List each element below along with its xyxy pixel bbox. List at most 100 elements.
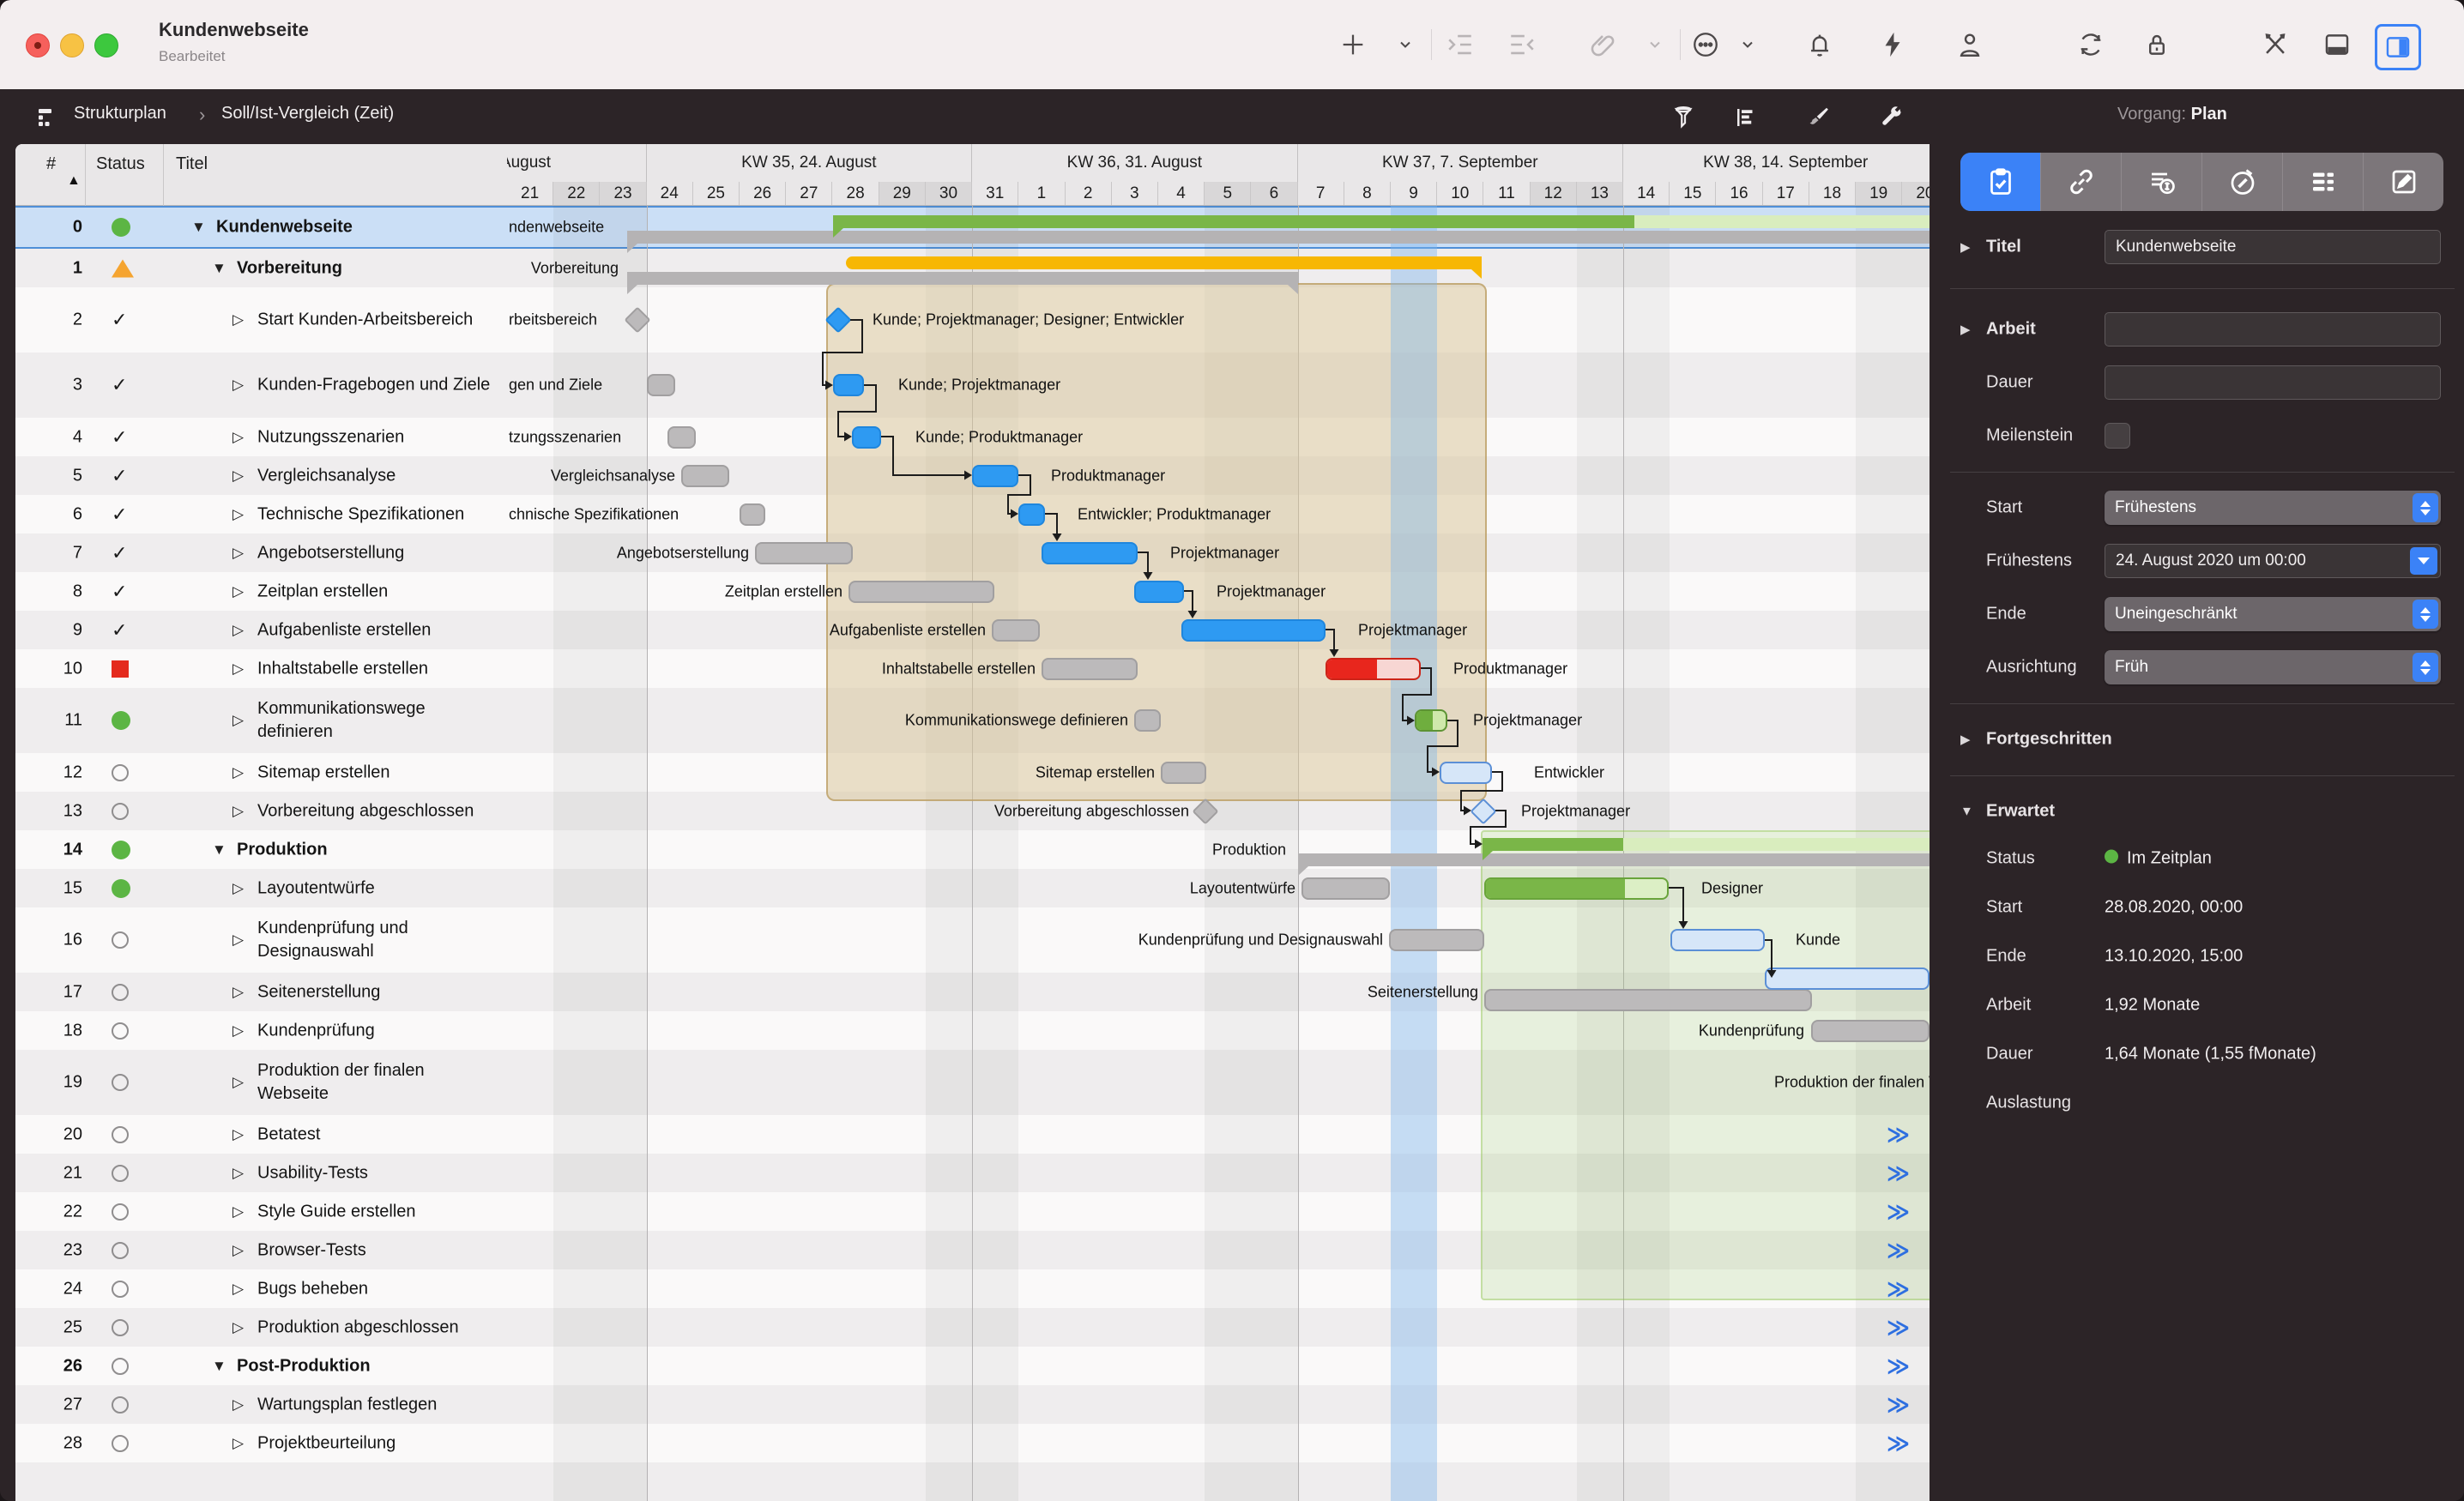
task-bar-actual[interactable] bbox=[972, 465, 1018, 487]
disclosure-expanded[interactable]: ▼ bbox=[212, 1358, 226, 1375]
tab-plan-icon[interactable] bbox=[1960, 153, 2041, 211]
summary-bar-planned[interactable] bbox=[627, 231, 1930, 244]
table-row[interactable]: 2✓▷Start Kunden-Arbeitsbereich bbox=[15, 287, 507, 353]
summary-bar-actual[interactable] bbox=[833, 215, 1930, 228]
disclosure-leaf[interactable]: ▷ bbox=[233, 467, 244, 485]
table-row[interactable]: 25▷Produktion abgeschlossen bbox=[15, 1308, 507, 1347]
disclosure-leaf[interactable]: ▷ bbox=[233, 622, 244, 639]
user-icon[interactable] bbox=[1948, 22, 1992, 67]
disclosure-leaf[interactable]: ▷ bbox=[233, 429, 244, 446]
disclosure-leaf[interactable]: ▷ bbox=[233, 764, 244, 781]
table-row[interactable]: 0▼Kundenwebseite bbox=[15, 206, 507, 249]
table-row[interactable]: 26▼Post-Produktion bbox=[15, 1347, 507, 1385]
disclosure-expanded[interactable]: ▼ bbox=[212, 841, 226, 859]
task-bar-planned[interactable] bbox=[1484, 989, 1812, 1011]
column-header-num[interactable]: # ▲ bbox=[15, 144, 86, 206]
task-bar-actual[interactable] bbox=[1042, 542, 1138, 564]
disclosure-leaf[interactable]: ▷ bbox=[233, 1281, 244, 1298]
table-row[interactable]: 1▼Vorbereitung bbox=[15, 249, 507, 287]
start-dropdown[interactable]: Frühestens bbox=[2105, 491, 2441, 525]
column-header-status[interactable]: Status bbox=[86, 144, 164, 206]
task-bar-planned[interactable] bbox=[667, 426, 696, 449]
disclosure-leaf[interactable]: ▷ bbox=[233, 1126, 244, 1143]
task-bar-planned[interactable] bbox=[1389, 929, 1484, 951]
add-chevron-icon[interactable] bbox=[1383, 22, 1428, 67]
close-button[interactable] bbox=[26, 33, 50, 57]
task-bar-planned[interactable] bbox=[1811, 1020, 1930, 1042]
table-row[interactable]: 6✓▷Technische Spezifikationen bbox=[15, 495, 507, 533]
tab-columns-icon[interactable] bbox=[2283, 153, 2364, 211]
table-row[interactable]: 11▷Kommunikationswege definieren bbox=[15, 688, 507, 753]
disclosure-leaf[interactable]: ▷ bbox=[233, 1319, 244, 1336]
titel-disclosure[interactable]: ▶ bbox=[1960, 239, 1971, 255]
zoom-button[interactable] bbox=[94, 33, 118, 57]
bar-list-icon[interactable] bbox=[1730, 101, 1762, 134]
table-row[interactable]: 20▷Betatest bbox=[15, 1115, 507, 1154]
table-row[interactable]: 17▷Seitenerstellung bbox=[15, 973, 507, 1011]
table-row[interactable]: 14▼Produktion bbox=[15, 830, 507, 869]
task-bar-planned[interactable] bbox=[740, 503, 765, 526]
paintbrush-icon[interactable] bbox=[1802, 101, 1834, 134]
table-row[interactable]: 15▷Layoutentwürfe bbox=[15, 869, 507, 907]
outdent-left-icon[interactable] bbox=[1500, 22, 1544, 67]
attachment-icon[interactable] bbox=[1580, 22, 1625, 67]
breadcrumb-current[interactable]: Soll/Ist-Vergleich (Zeit) bbox=[221, 104, 394, 124]
summary-bar-planned[interactable] bbox=[627, 272, 1298, 285]
disclosure-leaf[interactable]: ▷ bbox=[233, 1396, 244, 1414]
disclosure-leaf[interactable]: ▷ bbox=[233, 311, 244, 329]
task-bar-planned[interactable] bbox=[1042, 658, 1138, 680]
table-row[interactable]: 13▷Vorbereitung abgeschlossen bbox=[15, 792, 507, 830]
task-bar-actual[interactable] bbox=[1440, 762, 1492, 784]
tools-icon[interactable] bbox=[2253, 22, 2298, 67]
panel-right-icon[interactable] bbox=[2375, 24, 2421, 70]
task-bar-planned[interactable] bbox=[755, 542, 853, 564]
disclosure-expanded[interactable]: ▼ bbox=[191, 219, 206, 236]
tab-finance-icon[interactable] bbox=[2122, 153, 2202, 211]
table-row[interactable]: 23▷Browser-Tests bbox=[15, 1231, 507, 1269]
erwartet-disclosure[interactable]: ▼ bbox=[1960, 805, 1973, 819]
summary-bar-actual[interactable] bbox=[1483, 838, 1930, 851]
minimize-button[interactable] bbox=[60, 33, 84, 57]
task-bar-actual[interactable] bbox=[1181, 619, 1326, 642]
disclosure-leaf[interactable]: ▷ bbox=[233, 583, 244, 600]
table-row[interactable]: 22▷Style Guide erstellen bbox=[15, 1192, 507, 1231]
tab-links-icon[interactable] bbox=[2041, 153, 2122, 211]
table-row[interactable]: 10▷Inhaltstabelle erstellen bbox=[15, 649, 507, 688]
task-bar-actual[interactable] bbox=[833, 374, 864, 396]
table-row[interactable]: 28▷Projektbeurteilung bbox=[15, 1424, 507, 1462]
disclosure-leaf[interactable]: ▷ bbox=[233, 1165, 244, 1182]
lock-icon[interactable] bbox=[2135, 22, 2179, 67]
task-bar-actual[interactable] bbox=[852, 426, 881, 449]
disclosure-leaf[interactable]: ▷ bbox=[233, 803, 244, 820]
more-ellipsis-icon[interactable] bbox=[1683, 22, 1728, 67]
task-bar-planned[interactable] bbox=[681, 465, 729, 487]
ausrichtung-dropdown[interactable]: Früh bbox=[2105, 650, 2441, 684]
disclosure-leaf[interactable]: ▷ bbox=[233, 1074, 244, 1091]
task-bar-actual[interactable] bbox=[1484, 877, 1669, 900]
task-bar-planned[interactable] bbox=[992, 619, 1040, 642]
table-row[interactable]: 12▷Sitemap erstellen bbox=[15, 753, 507, 792]
task-bar-planned[interactable] bbox=[647, 374, 675, 396]
bolt-icon[interactable] bbox=[1870, 22, 1915, 67]
arbeit-disclosure[interactable]: ▶ bbox=[1960, 322, 1971, 337]
table-row[interactable]: 8✓▷Zeitplan erstellen bbox=[15, 572, 507, 611]
add-icon[interactable] bbox=[1331, 22, 1375, 67]
disclosure-leaf[interactable]: ▷ bbox=[233, 1242, 244, 1259]
disclosure-leaf[interactable]: ▷ bbox=[233, 931, 244, 949]
task-bar-actual[interactable] bbox=[1018, 503, 1045, 526]
task-bar-actual[interactable] bbox=[1765, 968, 1930, 990]
disclosure-leaf[interactable]: ▷ bbox=[233, 1203, 244, 1221]
table-row[interactable]: 16▷Kundenprüfung und Designauswahl bbox=[15, 907, 507, 973]
disclosure-leaf[interactable]: ▷ bbox=[233, 660, 244, 678]
task-bar-planned[interactable] bbox=[1134, 709, 1161, 732]
sync-icon[interactable] bbox=[2068, 22, 2113, 67]
bell-icon[interactable] bbox=[1797, 22, 1842, 67]
table-row[interactable]: 19▷Produktion der finalen Webseite bbox=[15, 1050, 507, 1115]
task-bar-actual[interactable] bbox=[1326, 658, 1421, 680]
filter-funnel-icon[interactable] bbox=[1669, 101, 1701, 134]
dauer-input[interactable] bbox=[2105, 365, 2441, 400]
table-row[interactable]: 5✓▷Vergleichsanalyse bbox=[15, 456, 507, 495]
task-bar-planned[interactable] bbox=[849, 581, 994, 603]
tab-time-icon[interactable] bbox=[2202, 153, 2283, 211]
attachment-chevron-icon[interactable] bbox=[1633, 22, 1677, 67]
